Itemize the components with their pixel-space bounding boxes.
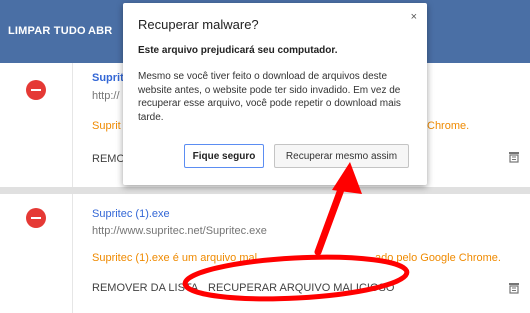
highlight-ellipse (182, 254, 410, 302)
annotation-arrow-head (332, 162, 362, 194)
annotation-overlay (182, 162, 410, 302)
annotation-arrow-shaft (314, 180, 347, 256)
